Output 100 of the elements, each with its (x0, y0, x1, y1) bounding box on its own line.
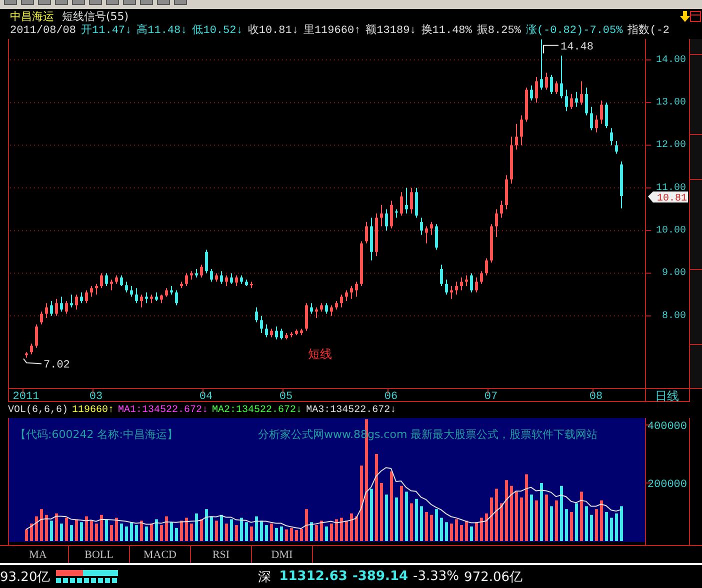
candlestick (450, 286, 453, 300)
window-icon[interactable] (690, 11, 701, 22)
candlestick (600, 100, 603, 124)
candlestick (75, 294, 78, 310)
indicator-title: 短线信号(55) (62, 9, 129, 24)
candlestick (225, 274, 228, 287)
candlestick (330, 304, 333, 316)
period-label[interactable]: 日线 (655, 389, 679, 402)
candlestick (535, 76, 538, 104)
candlestick (620, 160, 623, 209)
candlestick (525, 87, 528, 122)
candlestick (125, 281, 128, 293)
current-price-tag: 10.81 (648, 192, 688, 204)
candlestick (130, 286, 133, 298)
quote-value: 收10.81↓ (248, 24, 298, 39)
candlestick (595, 114, 598, 133)
candlestick (385, 208, 388, 232)
candlestick (70, 294, 73, 308)
month-label: 03 (89, 391, 103, 402)
candlestick (265, 324, 268, 338)
candlestick (420, 217, 423, 236)
candlestick (95, 283, 98, 296)
candlestick (245, 279, 248, 287)
candlestick (55, 298, 58, 316)
price-axis-label: 12.00 (656, 140, 686, 152)
candlestick (220, 270, 223, 284)
candlestick (560, 55, 563, 99)
candlestick (505, 174, 508, 210)
candlestick (480, 270, 483, 284)
candlestick (570, 94, 573, 110)
candlestick (550, 74, 553, 95)
candlestick (440, 264, 443, 287)
candlestick (205, 249, 208, 274)
candlestick (475, 277, 478, 293)
candlestick (615, 140, 618, 154)
month-label: 06 (384, 391, 398, 402)
candlestick (115, 274, 118, 284)
candlestick (365, 222, 368, 244)
candlestick (335, 300, 338, 310)
candlestick (60, 296, 63, 312)
low-price-label: 7.02 (44, 360, 70, 372)
candlestick (555, 80, 558, 95)
candlestick (230, 272, 233, 284)
candlestick (155, 292, 158, 302)
volume-axis-label: 200000 (647, 478, 687, 491)
candlestick (210, 268, 213, 282)
candlestick (395, 208, 398, 218)
candlestick (80, 292, 83, 304)
candlestick (145, 292, 148, 304)
candlestick (585, 87, 588, 116)
index-change: -389.14 (352, 569, 408, 584)
price-axis-label: 8.00 (662, 310, 686, 322)
candlestick (280, 328, 283, 340)
candlestick (320, 302, 323, 312)
stock-name: 中昌海运 (10, 9, 54, 24)
candlestick (435, 224, 438, 250)
candlestick (355, 281, 358, 298)
candlestick (400, 192, 403, 216)
quote-value: 高11.48↓ (136, 24, 188, 39)
candlestick (295, 329, 298, 336)
candlestick (235, 274, 238, 287)
candlestick (300, 328, 303, 336)
candlestick (405, 187, 408, 214)
candlestick (165, 288, 168, 298)
candlestick (455, 281, 458, 296)
candlestick (45, 302, 48, 319)
candlestick (260, 315, 263, 334)
candlestick (370, 217, 373, 261)
market-label: 深 (258, 568, 272, 586)
candlestick (35, 324, 38, 348)
candlestick (470, 272, 473, 293)
candlestick (415, 187, 418, 218)
candlestick (500, 200, 503, 218)
index-value: 11312.63 (279, 569, 348, 584)
candlestick (290, 332, 293, 338)
candlestick (425, 226, 428, 244)
quote-value: 额13189↓ (366, 24, 416, 39)
signal-label: 短线 (308, 347, 332, 361)
quote-value: 2011/08/08 (10, 24, 76, 39)
candlestick (30, 343, 33, 355)
candlestick (465, 274, 468, 287)
candlestick (50, 300, 53, 316)
chart-note: 【代码:600242 名称:中昌海运】 (15, 428, 178, 441)
quote-value: 指数(-2 (628, 24, 670, 39)
price-axis-label: 11.00 (656, 182, 686, 194)
candlestick (610, 128, 613, 146)
candlestick (240, 274, 243, 284)
index-percent: -3.33% (413, 569, 460, 584)
candlestick (540, 39, 543, 90)
candlestick (255, 306, 258, 323)
leader-line (23, 358, 42, 364)
candlestick (485, 258, 488, 276)
candlestick (110, 279, 113, 291)
ratio-bar (56, 570, 118, 583)
candlestick (25, 352, 28, 358)
quote-value: 低10.52↓ (192, 24, 243, 39)
candlestick (90, 286, 93, 298)
arrow-icon[interactable] (680, 11, 690, 22)
candlestick (275, 326, 278, 340)
candlestick (65, 300, 68, 314)
